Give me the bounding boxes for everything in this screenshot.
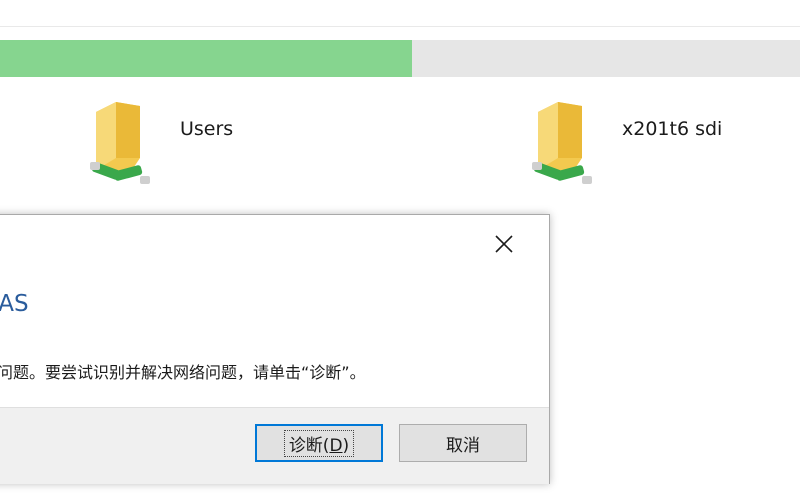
top-divider [0, 26, 800, 27]
dialog-button-bar: 诊断(D) 取消 [0, 407, 549, 484]
share-label: Users [180, 118, 234, 140]
network-folder-icon [90, 102, 150, 184]
network-folder-icon [532, 102, 592, 184]
capacity-progress-fill [0, 40, 412, 77]
cancel-button[interactable]: 取消 [399, 424, 527, 462]
close-icon[interactable] [489, 229, 519, 259]
window-top-area [0, 0, 800, 40]
dialog-message: 有问题。要尝试识别并解决网络问题，请单击“诊断”。 [0, 363, 366, 382]
diagnose-button-label: 诊断(D) [283, 429, 355, 457]
capacity-progress-bar [0, 40, 800, 77]
dialog-title: NAS [0, 291, 29, 317]
diagnose-button[interactable]: 诊断(D) [255, 424, 383, 462]
share-label: x201t6 sdi [622, 118, 723, 140]
network-error-dialog: NAS 有问题。要尝试识别并解决网络问题，请单击“诊断”。 诊断(D) 取消 [0, 214, 550, 484]
